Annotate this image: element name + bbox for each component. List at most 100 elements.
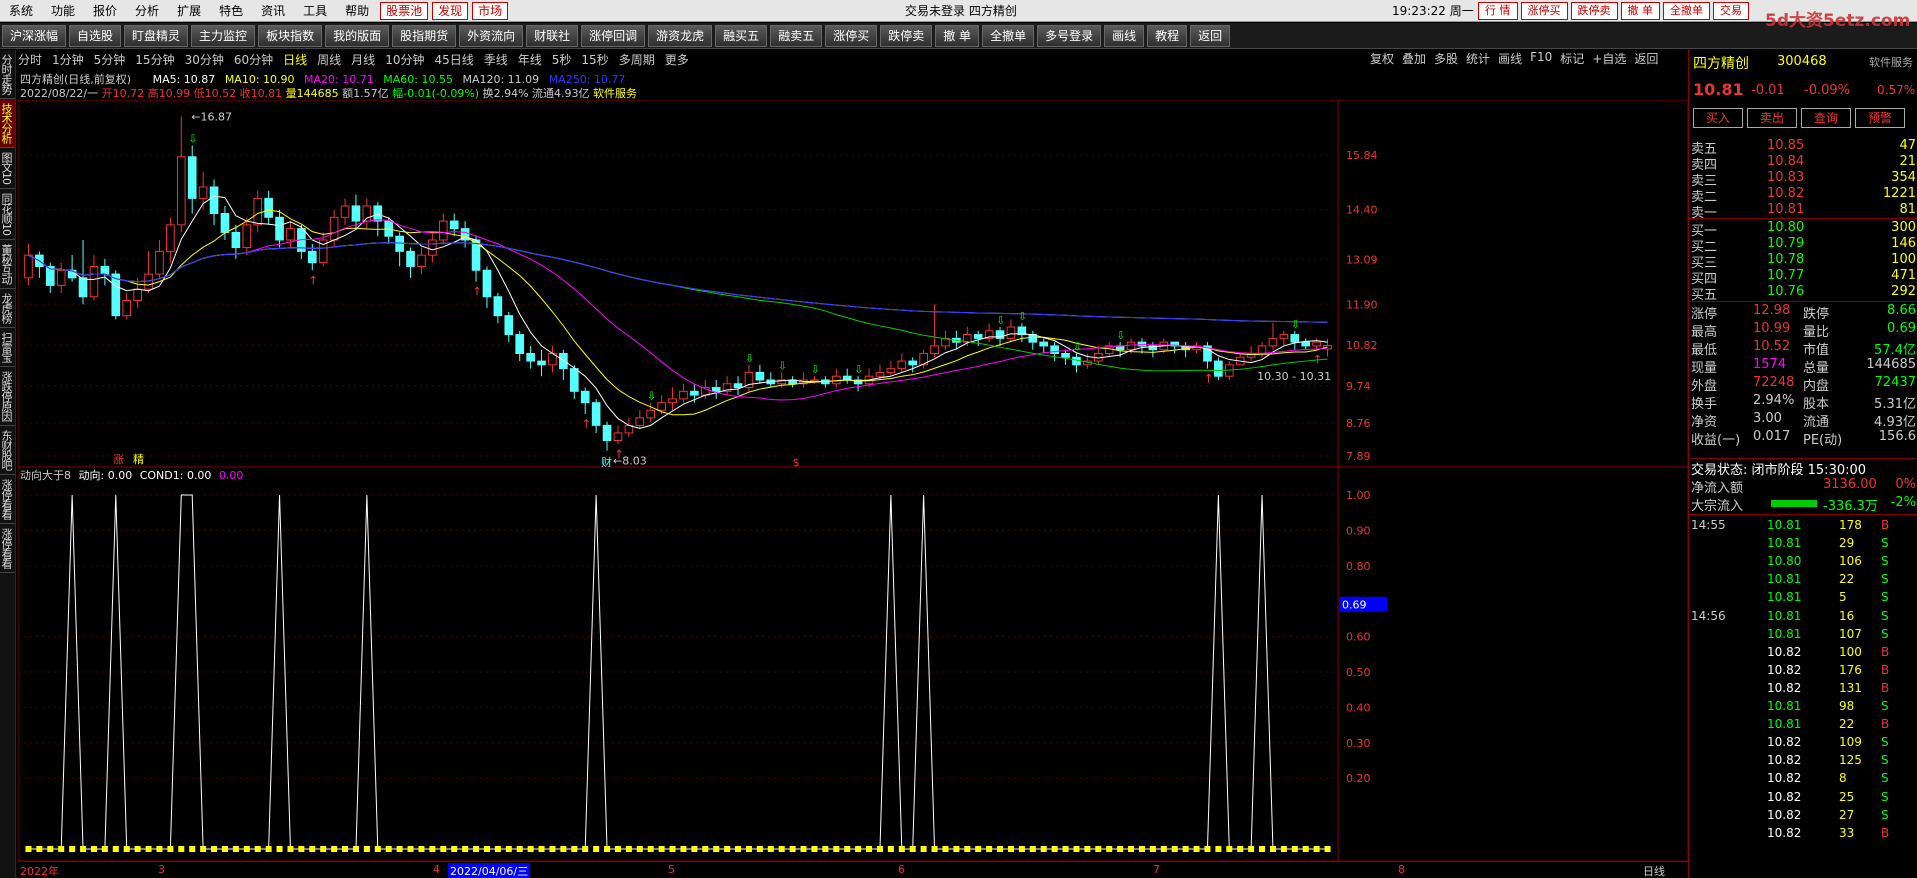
toolbar-button-3[interactable]: 主力监控 (191, 24, 256, 47)
chart-button-0[interactable]: 复权 (1370, 50, 1394, 67)
quick-button-4[interactable]: 全撤单 (1663, 2, 1710, 20)
quote-stock-code: 300468 (1777, 54, 1827, 69)
period-tab-16[interactable]: 更多 (665, 51, 689, 68)
menu-item-1[interactable]: 功能 (42, 0, 84, 22)
period-tab-1[interactable]: 1分钟 (52, 51, 84, 68)
kline-chart[interactable]: 15.84 14.40 13.09 11.90 10.82 9.74 8.76 7.89 ←16… (18, 100, 1688, 467)
quote-button-3[interactable]: 预警 (1855, 108, 1906, 128)
toolbar-button-0[interactable]: 沪深涨幅 (2, 24, 67, 47)
left-tab-10[interactable]: 涨停看看 (0, 524, 15, 573)
clock: 19:23:22 周一 (1392, 4, 1474, 18)
menu-item-5[interactable]: 特色 (210, 0, 252, 22)
indicator-chart[interactable]: 1.00 0.90 0.80 0.69 0.60 0.50 0.40 0.30 0.20 (18, 467, 1688, 861)
menu-red-item-0[interactable]: 股票池 (380, 1, 429, 20)
chart-button-4[interactable]: 画线 (1498, 50, 1522, 67)
tick-volume: 29 (1839, 536, 1855, 551)
period-tab-0[interactable]: 分时 (18, 51, 42, 68)
toolbar-button-18[interactable]: 画线 (1104, 24, 1145, 47)
period-tab-11[interactable]: 季线 (484, 51, 508, 68)
period-tab-9[interactable]: 10分钟 (385, 51, 424, 68)
toolbar-button-1[interactable]: 自选股 (69, 24, 122, 47)
cond-dot (451, 846, 458, 852)
quick-button-1[interactable]: 涨停买 (1520, 2, 1568, 20)
left-tab-0[interactable]: 分时走势 (0, 50, 15, 99)
chart-button-8[interactable]: 返回 (1634, 50, 1658, 67)
chart-button-2[interactable]: 多股 (1434, 50, 1458, 67)
left-tab-2[interactable]: 图文10 (0, 148, 15, 189)
ohlc-float: 流通4.93亿 (532, 87, 590, 100)
candle-body (1214, 360, 1223, 377)
menu-red-item-2[interactable]: 市场 (472, 1, 509, 20)
book-separator (1689, 218, 1917, 219)
menu-red-item-1[interactable]: 发现 (432, 1, 469, 20)
menu-item-7[interactable]: 工具 (294, 0, 336, 22)
period-tab-7[interactable]: 周线 (317, 51, 341, 68)
left-tab-4[interactable]: 董秘互动 (0, 240, 15, 289)
period-tab-5[interactable]: 60分钟 (234, 51, 273, 68)
cond-dot (189, 846, 196, 852)
stat-value: 10.99 (1753, 321, 1791, 336)
menu-item-4[interactable]: 扩展 (168, 0, 210, 22)
left-tab-8[interactable]: 东财股吧 (0, 426, 15, 475)
cond-dot (1138, 846, 1145, 852)
toolbar-button-8[interactable]: 财联社 (526, 24, 579, 47)
toolbar-button-16[interactable]: 全撤单 (982, 24, 1035, 47)
period-tab-12[interactable]: 年线 (518, 51, 542, 68)
period-tab-8[interactable]: 月线 (351, 51, 375, 68)
toolbar-button-11[interactable]: 融买五 (715, 24, 768, 47)
date-label-3: 5 (668, 863, 675, 876)
left-tab-6[interactable]: 扫雷宝 (0, 328, 15, 367)
toolbar-button-5[interactable]: 我的版面 (325, 24, 390, 47)
period-tab-4[interactable]: 30分钟 (185, 51, 224, 68)
asks-volume: 1221 (1882, 186, 1916, 201)
menu-item-6[interactable]: 资讯 (252, 0, 294, 22)
toolbar-button-6[interactable]: 股指期货 (392, 24, 457, 47)
quote-button-1[interactable]: 卖出 (1747, 108, 1798, 128)
tick-volume: 16 (1839, 608, 1855, 623)
left-tab-5[interactable]: 龙虎榜 (0, 289, 15, 328)
left-tab-3[interactable]: 同花顺10 (0, 189, 15, 240)
asks-price: 10.85 (1767, 138, 1805, 153)
stat-row: 现量 1574 总量 144685 (1691, 357, 1916, 376)
toolbar-button-2[interactable]: 盯盘精灵 (124, 24, 189, 47)
quick-button-2[interactable]: 跌停卖 (1570, 2, 1618, 20)
asks-row: 卖三 10.83 354 (1691, 170, 1916, 189)
period-tab-10[interactable]: 45日线 (434, 51, 473, 68)
left-tab-1[interactable]: 技术分析 (0, 99, 15, 148)
period-tab-15[interactable]: 多周期 (619, 51, 655, 68)
quick-button-3[interactable]: 撤 单 (1620, 2, 1660, 20)
quick-button-5[interactable]: 交易 (1713, 2, 1749, 20)
chart-button-6[interactable]: 标记 (1560, 50, 1584, 67)
left-tab-7[interactable]: 涨跌停原因 (0, 367, 15, 426)
candle-body (733, 383, 743, 389)
quote-button-2[interactable]: 查询 (1801, 108, 1852, 128)
left-tab-9[interactable]: 涨停看看 (0, 475, 15, 524)
quote-button-0[interactable]: 买入 (1693, 108, 1744, 128)
toolbar-button-12[interactable]: 融卖五 (770, 24, 823, 47)
toolbar-button-17[interactable]: 多号登录 (1037, 24, 1102, 47)
toolbar-button-10[interactable]: 游资龙虎 (648, 24, 713, 47)
period-tab-14[interactable]: 15秒 (581, 51, 608, 68)
toolbar-button-14[interactable]: 跌停卖 (880, 24, 933, 47)
chart-button-3[interactable]: 统计 (1466, 50, 1490, 67)
period-tab-3[interactable]: 15分钟 (135, 51, 174, 68)
period-tab-13[interactable]: 5秒 (552, 51, 572, 68)
candle-body (275, 216, 284, 241)
menu-item-2[interactable]: 报价 (84, 0, 126, 22)
toolbar-button-9[interactable]: 涨停回调 (581, 24, 646, 47)
toolbar-button-4[interactable]: 板块指数 (258, 24, 323, 47)
toolbar-button-7[interactable]: 外资流向 (459, 24, 524, 47)
chart-button-5[interactable]: F10 (1530, 50, 1552, 67)
quick-button-0[interactable]: 行 情 (1478, 2, 1518, 20)
period-tab-6[interactable]: 日线 (283, 51, 307, 68)
chart-button-1[interactable]: 叠加 (1402, 50, 1426, 67)
chart-button-7[interactable]: +自选 (1592, 50, 1626, 67)
menu-item-0[interactable]: 系统 (0, 0, 42, 22)
toolbar-button-19[interactable]: 教程 (1147, 24, 1188, 47)
toolbar-button-13[interactable]: 涨停买 (825, 24, 878, 47)
toolbar-button-15[interactable]: 撤 单 (935, 24, 980, 47)
toolbar-button-20[interactable]: 返回 (1190, 24, 1231, 47)
menu-item-3[interactable]: 分析 (126, 0, 168, 22)
period-tab-2[interactable]: 5分钟 (94, 51, 126, 68)
menu-item-8[interactable]: 帮助 (336, 0, 378, 22)
